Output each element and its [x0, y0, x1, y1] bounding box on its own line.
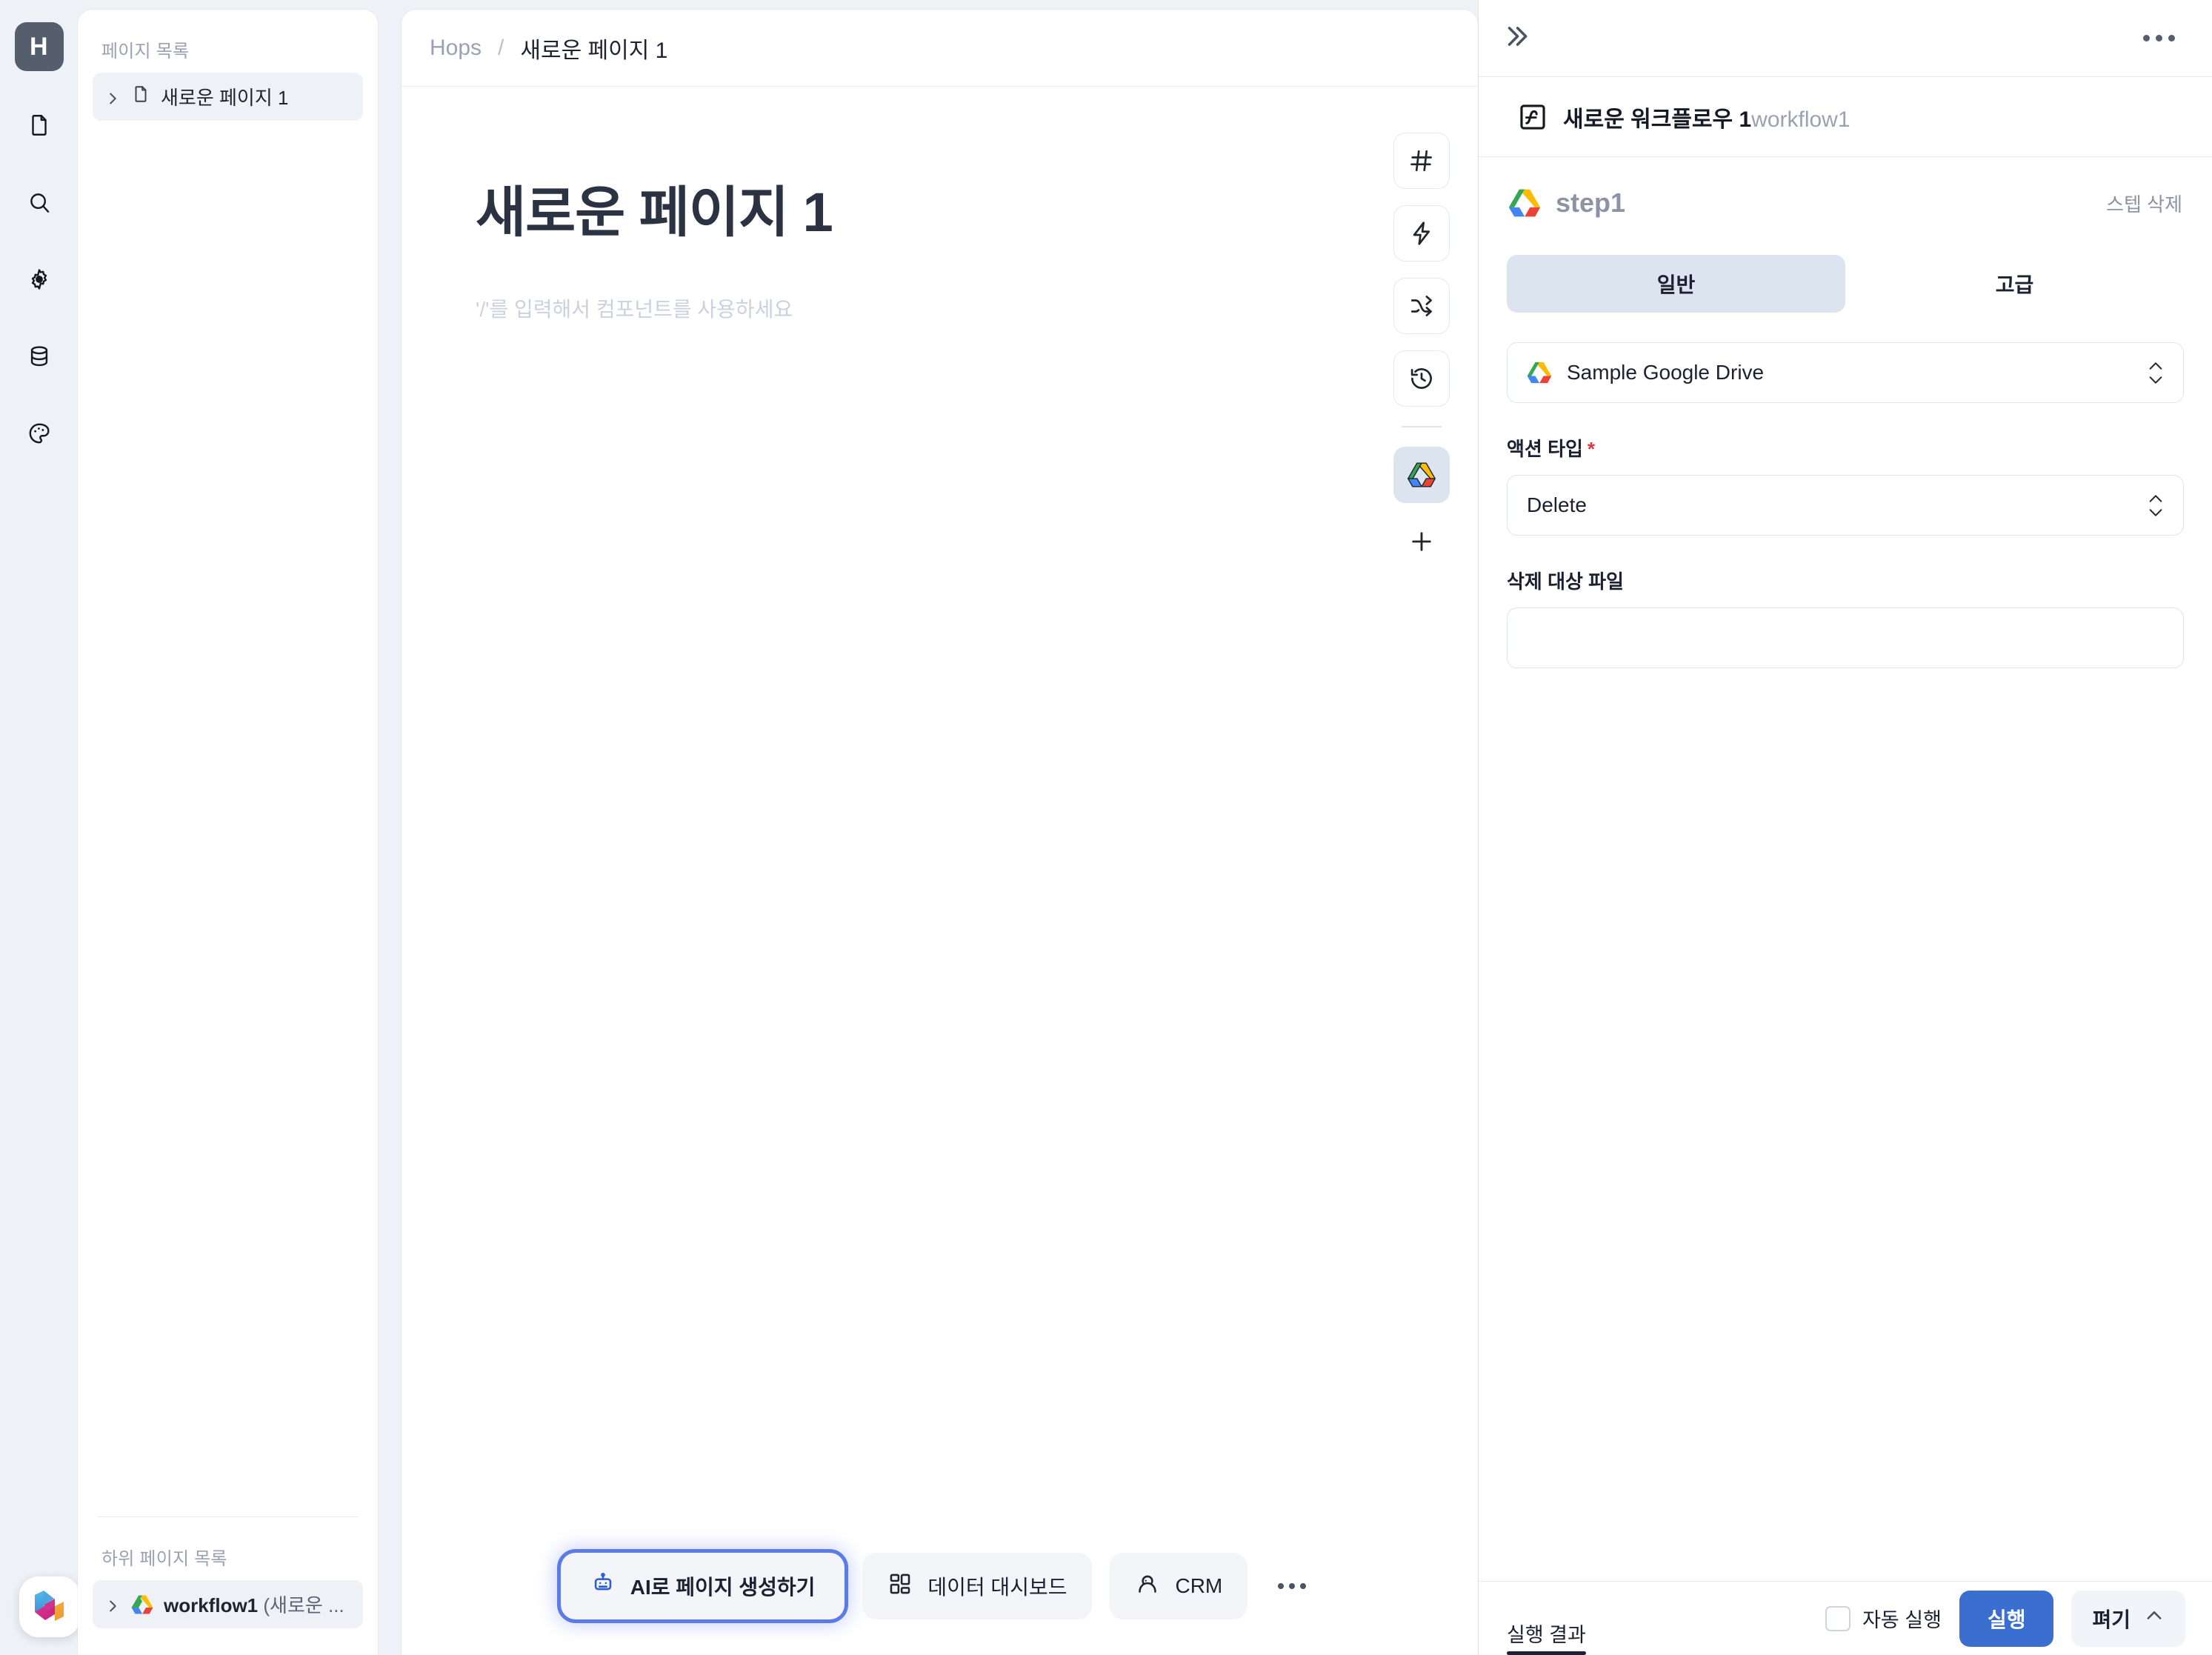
crm-icon: [1135, 1571, 1160, 1602]
pages-section-label: 페이지 목록: [101, 41, 190, 61]
component-placeholder[interactable]: '/'를 입력해서 컴포넌트를 사용하세요: [402, 247, 1478, 323]
target-file-field: 삭제 대상 파일: [1507, 567, 2184, 668]
workflow-panel: 새로운 워크플로우 1workflow1 step1 스텝 삭제 일반 고급 S…: [1478, 0, 2212, 1655]
workflow-name-text: 새로운 워크플로우 1: [1563, 107, 1752, 132]
sidebar-subpage-suffix: (새로운 ...: [263, 1594, 344, 1616]
database-icon[interactable]: [16, 333, 62, 379]
action-type-field: 액션 타입 * Delete: [1507, 434, 2184, 536]
expand-panel-label: 펴기: [2092, 1608, 2131, 1631]
chevron-double-right-icon[interactable]: [1502, 22, 1530, 54]
app-root: H 페이지 목록 새로운 페이지 1 하위 페이지 목록 workflow1 (…: [0, 0, 2212, 1655]
workflow-slug: workflow1: [1751, 107, 1850, 132]
breadcrumb-current[interactable]: 새로운 페이지 1: [520, 32, 667, 64]
chevron-updown-icon[interactable]: [2148, 493, 2164, 518]
sidebar-subpage-name: workflow1: [164, 1594, 264, 1616]
main-card: Hops / 새로운 페이지 1 새로운 페이지 1 '/'를 입력해서 컴포넌…: [402, 10, 1478, 1655]
auto-run-label: 자동 실행: [1862, 1609, 1942, 1631]
tab-general[interactable]: 일반: [1507, 255, 1845, 313]
more-options-icon[interactable]: [1265, 1559, 1319, 1613]
run-button[interactable]: 실행: [1959, 1590, 2054, 1647]
page-sidebar: 페이지 목록 새로운 페이지 1 하위 페이지 목록 workflow1 (새로…: [78, 10, 378, 1655]
data-dashboard-label: 데이터 대시보드: [927, 1576, 1067, 1599]
dashboard-icon: [887, 1571, 913, 1602]
connection-field: Sample Google Drive: [1507, 342, 2184, 403]
hash-icon[interactable]: [1393, 133, 1450, 189]
chevron-right-icon[interactable]: [104, 1596, 121, 1613]
google-drive-icon: [1508, 187, 1541, 219]
sidebar-page-label: 새로운 페이지 1: [161, 87, 289, 109]
branch-icon[interactable]: [1393, 278, 1450, 334]
workflow-panel-body: step1 스텝 삭제 일반 고급 Sample Google Drive 액션…: [1479, 157, 2212, 1581]
icon-rail: H: [0, 0, 80, 1655]
workflow-panel-footer: 실행 결과 자동 실행 실행 펴기: [1479, 1581, 2212, 1655]
target-file-input[interactable]: [1507, 607, 2184, 668]
ai-generate-page-button[interactable]: AI로 페이지 생성하기: [560, 1553, 845, 1619]
data-dashboard-button[interactable]: 데이터 대시보드: [862, 1553, 1093, 1619]
delete-step-button[interactable]: 스텝 삭제: [2106, 190, 2182, 217]
google-drive-icon: [1527, 360, 1552, 385]
auto-run-checkbox[interactable]: 자동 실행: [1825, 1604, 1942, 1633]
breadcrumb-root[interactable]: Hops: [430, 36, 482, 61]
action-type-select[interactable]: Delete: [1507, 475, 2184, 536]
expand-panel-button[interactable]: 펴기: [2071, 1590, 2185, 1647]
page-title[interactable]: 새로운 페이지 1: [402, 87, 1478, 247]
more-horizontal-icon[interactable]: [2133, 24, 2185, 52]
tab-advanced[interactable]: 고급: [1845, 255, 2184, 313]
canvas-toolbar: [1393, 133, 1450, 564]
target-file-label: 삭제 대상 파일: [1507, 570, 1624, 593]
action-type-label-text: 액션 타입: [1507, 438, 1583, 460]
breadcrumb-separator: /: [498, 35, 504, 60]
app-logo-button[interactable]: H: [14, 22, 64, 71]
crm-label: CRM: [1175, 1574, 1223, 1597]
google-drive-icon: [131, 1594, 153, 1616]
connection-select[interactable]: Sample Google Drive: [1507, 342, 2184, 403]
workflow-title-row[interactable]: 새로운 워크플로우 1workflow1: [1479, 77, 2212, 157]
chevron-up-icon: [2144, 1605, 2165, 1631]
workflow-name: 새로운 워크플로우 1workflow1: [1563, 101, 1850, 133]
toolbar-divider: [1402, 426, 1442, 427]
execution-result-tab[interactable]: 실행 결과: [1507, 1619, 1586, 1655]
document-icon[interactable]: [16, 102, 62, 148]
action-type-value: Delete: [1527, 493, 1587, 516]
lightning-icon[interactable]: [1393, 205, 1450, 262]
sidebar-subpage-item[interactable]: workflow1 (새로운 ...: [93, 1580, 363, 1628]
history-icon[interactable]: [1393, 350, 1450, 407]
footer-actions: 자동 실행 실행 펴기: [1825, 1590, 2185, 1647]
step-header: step1 스텝 삭제: [1507, 157, 2184, 219]
breadcrumb: Hops / 새로운 페이지 1: [402, 10, 1478, 87]
palette-icon[interactable]: [16, 410, 62, 456]
sidebar-page-item[interactable]: 새로운 페이지 1: [93, 73, 363, 121]
checkbox-box[interactable]: [1825, 1605, 1851, 1631]
google-drive-icon[interactable]: [1393, 447, 1450, 503]
action-type-label: 액션 타입 *: [1507, 434, 2184, 462]
step-identity: step1: [1508, 187, 1625, 219]
chevron-right-icon[interactable]: [104, 89, 121, 105]
connection-value: Sample Google Drive: [1567, 361, 1765, 384]
plus-icon[interactable]: [1393, 519, 1450, 564]
gear-icon[interactable]: [16, 256, 62, 302]
main-column: Hops / 새로운 페이지 1 새로운 페이지 1 '/'를 입력해서 컴포넌…: [378, 0, 1478, 1655]
search-icon[interactable]: [16, 179, 62, 225]
robot-icon: [590, 1571, 616, 1602]
workflow-icon: [1519, 103, 1547, 131]
page-canvas[interactable]: 새로운 페이지 1 '/'를 입력해서 컴포넌트를 사용하세요 AI로 페이지 …: [402, 87, 1478, 1655]
step-tabs: 일반 고급: [1507, 255, 2184, 313]
chevron-updown-icon[interactable]: [2148, 361, 2164, 385]
step-name[interactable]: step1: [1556, 187, 1625, 219]
subpages-section-label: 하위 페이지 목록: [101, 1549, 227, 1569]
crm-button[interactable]: CRM: [1110, 1553, 1248, 1619]
document-icon: [131, 84, 150, 109]
required-asterisk: *: [1587, 438, 1596, 460]
hops-logo-icon[interactable]: [19, 1576, 80, 1637]
ai-generate-page-label: AI로 페이지 생성하기: [630, 1576, 816, 1599]
canvas-action-bar: AI로 페이지 생성하기 데이터 대시보드 CRM: [402, 1553, 1478, 1619]
workflow-panel-header: [1479, 0, 2212, 77]
sidebar-subpage-label: workflow1 (새로운 ...: [164, 1591, 344, 1618]
